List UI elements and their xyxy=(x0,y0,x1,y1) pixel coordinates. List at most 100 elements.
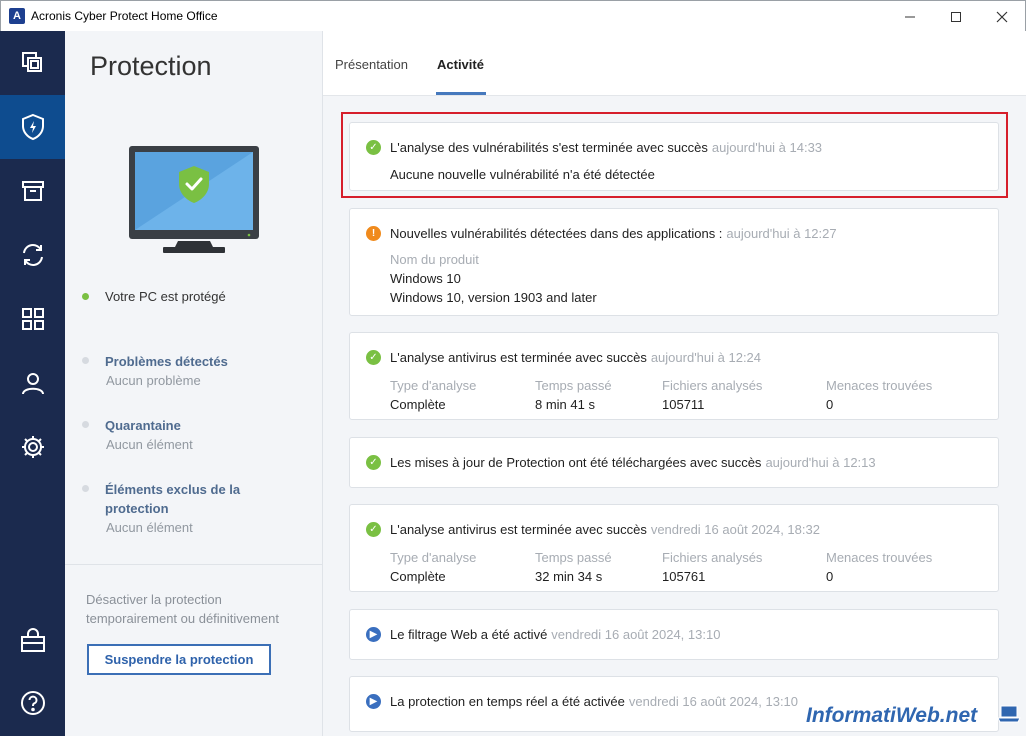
product-field-label: Nom du produit xyxy=(390,252,479,267)
side-item-label: Problèmes détectés xyxy=(105,354,228,369)
scan-field-value: 105761 xyxy=(662,569,706,584)
activity-title: Le filtrage Web a été activé xyxy=(390,627,548,642)
side-item-label: Quarantaine xyxy=(105,418,181,433)
scan-field-label: Temps passé xyxy=(535,550,612,565)
status-ok-dot-icon xyxy=(82,293,89,300)
product-value: Windows 10 xyxy=(390,271,461,286)
window-title: Acronis Cyber Protect Home Office xyxy=(31,9,218,23)
nav-tools[interactable] xyxy=(0,287,65,351)
scan-field: Fichiers analysés 105711 xyxy=(662,376,762,414)
scan-field-value: Complète xyxy=(390,397,446,412)
nav-account[interactable] xyxy=(0,351,65,415)
activity-item[interactable]: ▶ Le filtrage Web a été activé vendredi … xyxy=(349,609,999,660)
scan-field: Menaces trouvées 0 xyxy=(826,376,932,414)
main-content: Présentation Activité ✓ L'analyse des vu… xyxy=(323,31,1026,736)
page-title: Protection xyxy=(90,51,212,81)
protection-status-text: Votre PC est protégé xyxy=(105,289,226,304)
side-item-label: Éléments exclus de la protection xyxy=(105,482,241,516)
scan-field: Menaces trouvées 0 xyxy=(826,548,932,586)
settings-icon xyxy=(21,436,44,458)
protection-shield-icon xyxy=(21,113,44,141)
scan-field-value: 0 xyxy=(826,397,834,412)
activity-title: L'analyse antivirus est terminée avec su… xyxy=(390,350,647,365)
window-controls xyxy=(887,1,1025,32)
side-item-exclusions[interactable]: Éléments exclus de la protection Aucun é… xyxy=(82,480,255,537)
highlight-box xyxy=(341,112,1008,198)
activity-time: vendredi 16 août 2024, 13:10 xyxy=(628,694,799,709)
nav-protection[interactable] xyxy=(0,95,65,159)
scan-field: Temps passé 8 min 41 s xyxy=(535,376,612,414)
activity-item[interactable]: ! Nouvelles vulnérabilités détectées dan… xyxy=(349,208,999,316)
protection-status: Votre PC est protégé xyxy=(82,289,226,304)
nav-sync[interactable] xyxy=(0,223,65,287)
side-item-sub: Aucun élément xyxy=(106,437,193,452)
scan-field: Fichiers analysés 105761 xyxy=(662,548,762,586)
tools-icon xyxy=(21,308,44,330)
exclamation-icon: ! xyxy=(366,226,381,241)
bullet-dot-icon xyxy=(82,485,89,492)
check-icon: ✓ xyxy=(366,455,381,470)
archive-icon xyxy=(21,181,44,201)
activity-item[interactable]: ✓ L'analyse antivirus est terminée avec … xyxy=(349,504,999,592)
scan-field-label: Temps passé xyxy=(535,378,612,393)
side-item-problems[interactable]: Problèmes détectés Aucun problème xyxy=(82,352,255,390)
activity-title: L'analyse antivirus est terminée avec su… xyxy=(390,522,647,537)
nav-help[interactable] xyxy=(0,671,65,735)
protection-side-panel: Protection Votre PC est protégé Problème… xyxy=(65,31,323,736)
minimize-icon xyxy=(905,16,915,17)
activity-title: La protection en temps réel a été activé… xyxy=(390,694,625,709)
nav-archive[interactable] xyxy=(0,159,65,223)
activity-time: aujourd'hui à 12:24 xyxy=(650,350,762,365)
protected-monitor-illustration xyxy=(129,146,259,253)
scan-field: Type d'analyse Complète xyxy=(390,376,476,414)
side-item-sub: Aucun problème xyxy=(106,373,201,388)
tab-presentation[interactable]: Présentation xyxy=(335,57,408,72)
scan-field-value: Complète xyxy=(390,569,446,584)
activity-item[interactable]: ✓ L'analyse antivirus est terminée avec … xyxy=(349,332,999,420)
suspend-note: Désactiver la protection temporairement … xyxy=(86,592,279,626)
scan-field-value: 32 min 34 s xyxy=(535,569,603,584)
nav-store[interactable] xyxy=(0,609,65,673)
nav-settings[interactable] xyxy=(0,415,65,479)
play-icon: ▶ xyxy=(366,627,381,642)
minimize-button[interactable] xyxy=(887,1,933,32)
suspend-protection-button[interactable]: Suspendre la protection xyxy=(87,644,271,675)
help-icon xyxy=(20,691,45,715)
activity-title: Les mises à jour de Protection ont été t… xyxy=(390,455,762,470)
store-icon xyxy=(20,628,45,652)
activity-time: vendredi 16 août 2024, 13:10 xyxy=(551,627,721,642)
tab-bar: Présentation Activité xyxy=(323,31,1026,96)
nav-rail xyxy=(0,31,65,736)
sync-icon xyxy=(22,244,43,266)
nav-backup[interactable] xyxy=(0,31,65,95)
bullet-dot-icon xyxy=(82,421,89,428)
watermark-text: InformatiWeb.net xyxy=(806,704,978,727)
play-icon: ▶ xyxy=(366,694,381,709)
account-icon xyxy=(21,373,44,395)
scan-field-label: Fichiers analysés xyxy=(662,550,763,565)
scan-field: Type d'analyse Complète xyxy=(390,548,476,586)
close-button[interactable] xyxy=(979,1,1025,32)
scan-field-label: Menaces trouvées xyxy=(826,550,933,565)
laptop-logo-icon xyxy=(997,705,1021,723)
side-item-quarantine[interactable]: Quarantaine Aucun élément xyxy=(82,416,255,454)
scan-field-value: 105711 xyxy=(662,397,705,412)
scan-field: Temps passé 32 min 34 s xyxy=(535,548,612,586)
activity-item[interactable]: ✓ Les mises à jour de Protection ont été… xyxy=(349,437,999,488)
scan-field-value: 0 xyxy=(826,569,834,584)
tab-activity[interactable]: Activité xyxy=(437,57,484,72)
activity-time: aujourd'hui à 12:13 xyxy=(765,455,876,470)
side-item-sub: Aucun élément xyxy=(106,520,193,535)
activity-title: Nouvelles vulnérabilités détectées dans … xyxy=(390,226,723,241)
scan-field-label: Menaces trouvées xyxy=(826,378,933,393)
maximize-button[interactable] xyxy=(933,1,979,32)
scan-field-label: Type d'analyse xyxy=(390,550,477,565)
scan-field-value: 8 min 41 s xyxy=(535,397,595,412)
check-icon: ✓ xyxy=(366,350,381,365)
window-titlebar: A Acronis Cyber Protect Home Office xyxy=(0,0,1026,31)
activity-time: vendredi 16 août 2024, 18:32 xyxy=(650,522,820,537)
active-tab-indicator xyxy=(436,92,486,95)
check-icon: ✓ xyxy=(366,522,381,537)
scan-field-label: Type d'analyse xyxy=(390,378,477,393)
acronis-logo-icon: A xyxy=(9,8,25,24)
